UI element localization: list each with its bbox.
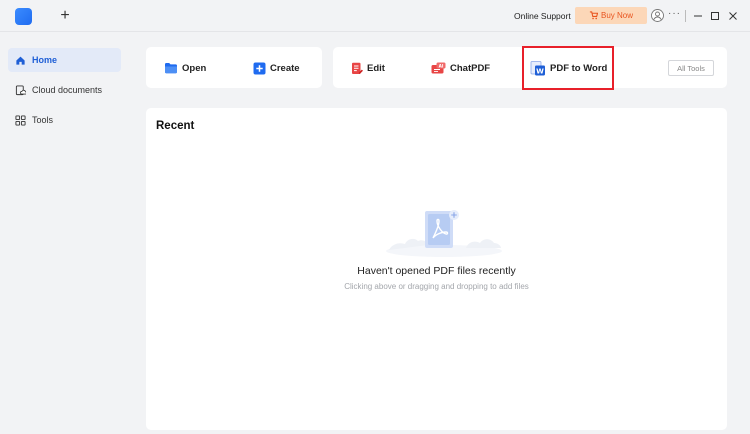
sidebar-item-label: Cloud documents <box>32 85 103 95</box>
buy-now-button[interactable]: Buy Now <box>575 7 647 24</box>
cart-icon <box>589 11 598 20</box>
home-icon <box>16 56 25 65</box>
new-tab-button[interactable]: + <box>58 6 72 26</box>
chatpdf-label: ChatPDF <box>450 62 491 74</box>
online-support-link[interactable]: Online Support <box>514 11 571 21</box>
sidebar-item-tools[interactable]: Tools <box>8 108 121 132</box>
edit-document-icon <box>352 62 363 74</box>
sidebar: Home Cloud documents Tools <box>0 33 130 434</box>
titlebar-divider <box>685 10 686 22</box>
app-logo-icon <box>15 8 32 25</box>
tools-grid-icon <box>15 114 26 126</box>
quick-actions-card: Open Create <box>146 47 322 88</box>
user-avatar-icon[interactable] <box>651 9 664 22</box>
close-icon[interactable] <box>727 9 739 21</box>
chatpdf-icon: AI <box>431 62 446 73</box>
empty-state-title: Haven't opened PDF files recently <box>357 265 516 277</box>
empty-state-subtitle: Clicking above or dragging and dropping … <box>344 282 529 291</box>
buy-now-label: Buy Now <box>600 11 633 20</box>
create-label: Create <box>270 62 300 74</box>
create-button[interactable]: Create <box>253 60 300 76</box>
open-label: Open <box>182 62 207 74</box>
svg-text:AI: AI <box>439 63 444 68</box>
sidebar-item-label: Home <box>32 55 58 65</box>
cloud-document-icon <box>15 84 26 95</box>
recent-title: Recent <box>156 120 195 132</box>
chatpdf-button[interactable]: AI ChatPDF <box>431 60 490 76</box>
pdf-to-word-highlight <box>522 46 614 90</box>
edit-label: Edit <box>367 62 385 74</box>
title-bar: + Online Support Buy Now ··· <box>0 0 750 32</box>
empty-pdf-illustration-icon <box>386 210 502 257</box>
open-button[interactable]: Open <box>164 60 206 76</box>
plus-square-icon <box>253 62 266 74</box>
folder-open-icon <box>165 63 177 74</box>
maximize-icon[interactable] <box>709 9 721 21</box>
sidebar-item-home[interactable]: Home <box>8 48 121 72</box>
more-options-icon[interactable]: ··· <box>668 8 681 19</box>
sidebar-item-label: Tools <box>32 115 54 125</box>
minimize-icon[interactable] <box>692 9 704 21</box>
edit-button[interactable]: Edit <box>351 60 385 76</box>
recent-panel[interactable]: Recent Haven't opened PDF files recently… <box>146 108 727 430</box>
all-tools-button[interactable]: All Tools <box>668 60 714 76</box>
sidebar-item-cloud-documents[interactable]: Cloud documents <box>8 78 121 102</box>
